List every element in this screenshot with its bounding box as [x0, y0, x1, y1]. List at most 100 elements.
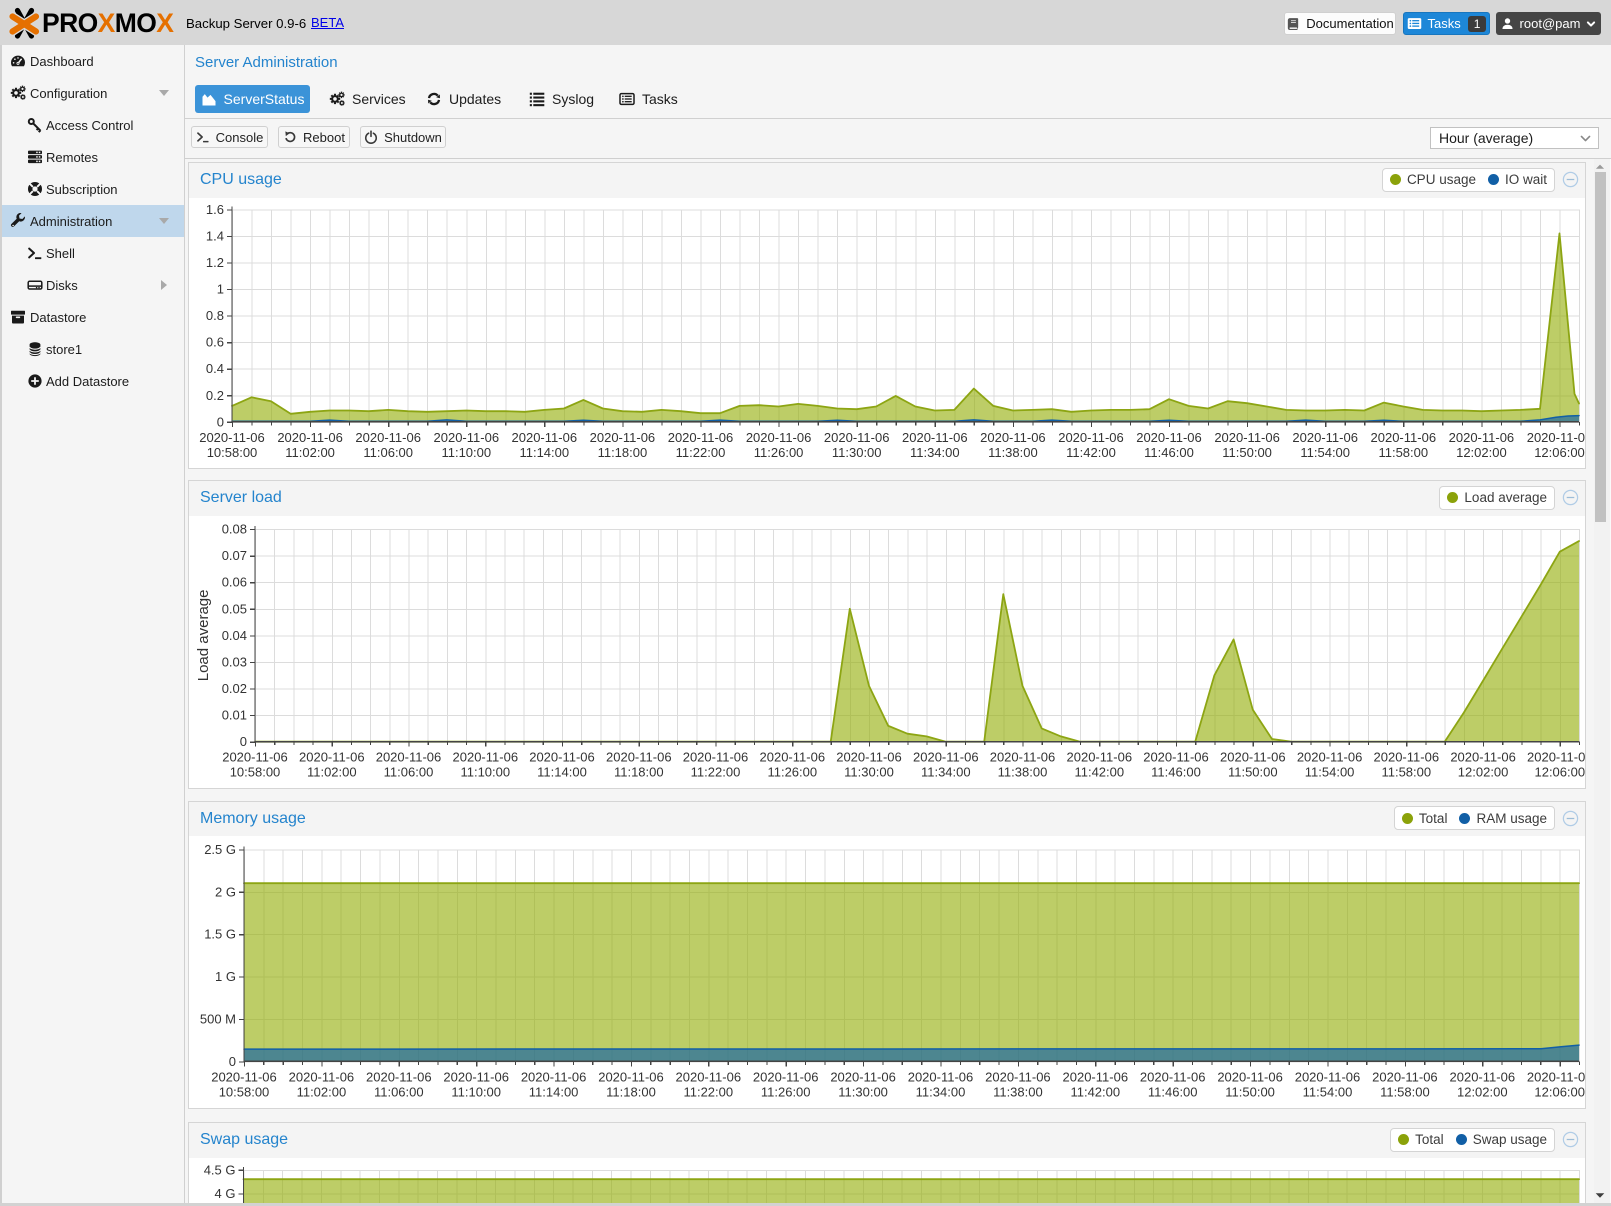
- svg-text:2020-11-06: 2020-11-06: [668, 429, 734, 444]
- svg-text:11:30:00: 11:30:00: [844, 764, 894, 779]
- svg-text:10:58:00: 10:58:00: [219, 1085, 270, 1100]
- svg-text:2020-11-06: 2020-11-06: [1058, 429, 1124, 444]
- svg-text:0.07: 0.07: [222, 548, 247, 563]
- svg-text:11:22:00: 11:22:00: [676, 444, 726, 459]
- svg-text:2020-11-06: 2020-11-06: [1374, 749, 1440, 764]
- svg-text:11:46:00: 11:46:00: [1144, 444, 1194, 459]
- svg-text:1: 1: [217, 281, 224, 296]
- svg-text:11:18:00: 11:18:00: [606, 1085, 656, 1100]
- svg-text:2020-11-06: 2020-11-06: [985, 1070, 1051, 1085]
- svg-text:11:58:00: 11:58:00: [1378, 444, 1428, 459]
- svg-text:11:06:00: 11:06:00: [374, 1085, 424, 1100]
- svg-text:0.2: 0.2: [206, 387, 224, 402]
- svg-text:11:10:00: 11:10:00: [460, 764, 510, 779]
- svg-text:2020-11-06: 2020-11-06: [289, 1070, 355, 1085]
- svg-text:2020-11-06: 2020-11-06: [1067, 749, 1133, 764]
- svg-text:11:42:00: 11:42:00: [1074, 764, 1124, 779]
- svg-text:11:14:00: 11:14:00: [519, 444, 569, 459]
- svg-text:11:10:00: 11:10:00: [451, 1085, 501, 1100]
- svg-text:2020-11-06: 2020-11-06: [299, 749, 365, 764]
- svg-text:11:46:00: 11:46:00: [1151, 764, 1201, 779]
- svg-text:2020-11-06: 2020-11-06: [453, 749, 519, 764]
- svg-text:2020-11-06: 2020-11-06: [1371, 429, 1437, 444]
- svg-text:2020-11-06: 2020-11-06: [366, 1070, 432, 1085]
- svg-text:11:26:00: 11:26:00: [767, 764, 817, 779]
- svg-text:0.04: 0.04: [222, 628, 247, 643]
- svg-text:11:54:00: 11:54:00: [1300, 444, 1350, 459]
- svg-text:0: 0: [229, 1054, 236, 1069]
- svg-text:11:46:00: 11:46:00: [1148, 1085, 1198, 1100]
- svg-text:2020-11-06: 2020-11-06: [746, 429, 812, 444]
- svg-text:2020-11-06: 2020-11-06: [211, 1070, 277, 1085]
- svg-text:12:06:00: 12:06:00: [1534, 764, 1585, 779]
- svg-text:11:06:00: 11:06:00: [363, 444, 413, 459]
- svg-text:11:10:00: 11:10:00: [441, 444, 491, 459]
- svg-text:2020-11-06: 2020-11-06: [443, 1070, 509, 1085]
- svg-text:11:34:00: 11:34:00: [910, 444, 960, 459]
- svg-text:1.4: 1.4: [206, 228, 224, 243]
- svg-text:11:02:00: 11:02:00: [307, 764, 357, 779]
- svg-text:1.2: 1.2: [206, 255, 224, 270]
- svg-text:11:34:00: 11:34:00: [921, 764, 971, 779]
- svg-text:2020-11-06: 2020-11-06: [1143, 749, 1209, 764]
- svg-text:2020-11-06: 2020-11-06: [1136, 429, 1202, 444]
- svg-text:2020-11-06: 2020-11-06: [676, 1070, 742, 1085]
- svg-text:11:38:00: 11:38:00: [998, 764, 1048, 779]
- svg-text:11:22:00: 11:22:00: [691, 764, 741, 779]
- svg-text:2020-11-06: 2020-11-06: [1527, 749, 1585, 764]
- svg-text:2020-11-06: 2020-11-06: [1527, 1070, 1585, 1085]
- svg-text:2020-11-06: 2020-11-06: [1450, 749, 1516, 764]
- svg-text:2020-11-06: 2020-11-06: [990, 749, 1056, 764]
- svg-text:2020-11-06: 2020-11-06: [1140, 1070, 1206, 1085]
- svg-text:2020-11-06: 2020-11-06: [529, 749, 595, 764]
- svg-text:2020-11-06: 2020-11-06: [590, 429, 656, 444]
- svg-text:11:54:00: 11:54:00: [1303, 1085, 1353, 1100]
- svg-text:4.5 G: 4.5 G: [204, 1162, 236, 1177]
- svg-text:11:02:00: 11:02:00: [297, 1085, 347, 1100]
- svg-text:2020-11-06: 2020-11-06: [1297, 749, 1363, 764]
- svg-text:12:02:00: 12:02:00: [1456, 444, 1507, 459]
- svg-text:0.4: 0.4: [206, 361, 224, 376]
- svg-text:2020-11-06: 2020-11-06: [434, 429, 500, 444]
- svg-text:11:30:00: 11:30:00: [832, 444, 882, 459]
- svg-text:2020-11-06: 2020-11-06: [1217, 1070, 1283, 1085]
- svg-text:11:14:00: 11:14:00: [537, 764, 587, 779]
- svg-text:0.01: 0.01: [222, 707, 247, 722]
- svg-text:10:58:00: 10:58:00: [230, 764, 281, 779]
- svg-text:2020-11-06: 2020-11-06: [830, 1070, 896, 1085]
- svg-text:11:26:00: 11:26:00: [754, 444, 804, 459]
- svg-text:2020-11-06: 2020-11-06: [199, 429, 265, 444]
- svg-text:0.02: 0.02: [222, 681, 247, 696]
- svg-text:11:50:00: 11:50:00: [1222, 444, 1272, 459]
- svg-text:2020-11-06: 2020-11-06: [1372, 1070, 1438, 1085]
- svg-text:10:58:00: 10:58:00: [207, 444, 258, 459]
- svg-text:2020-11-06: 2020-11-06: [521, 1070, 587, 1085]
- svg-text:11:18:00: 11:18:00: [614, 764, 664, 779]
- svg-text:11:38:00: 11:38:00: [993, 1085, 1043, 1100]
- svg-text:2020-11-06: 2020-11-06: [908, 1070, 974, 1085]
- svg-text:1 G: 1 G: [215, 969, 236, 984]
- svg-text:0.08: 0.08: [222, 521, 247, 536]
- svg-text:11:54:00: 11:54:00: [1305, 764, 1355, 779]
- svg-text:12:02:00: 12:02:00: [1458, 764, 1509, 779]
- svg-text:11:38:00: 11:38:00: [988, 444, 1038, 459]
- svg-text:2020-11-06: 2020-11-06: [376, 749, 442, 764]
- svg-text:12:06:00: 12:06:00: [1534, 444, 1585, 459]
- svg-text:2020-11-06: 2020-11-06: [753, 1070, 819, 1085]
- svg-text:2020-11-06: 2020-11-06: [913, 749, 979, 764]
- svg-text:11:06:00: 11:06:00: [384, 764, 434, 779]
- svg-text:4 G: 4 G: [215, 1186, 236, 1201]
- svg-text:2 G: 2 G: [215, 885, 236, 900]
- svg-text:1.5 G: 1.5 G: [204, 927, 236, 942]
- svg-text:12:02:00: 12:02:00: [1457, 1085, 1508, 1100]
- svg-text:500 M: 500 M: [200, 1012, 236, 1027]
- svg-text:2020-11-06: 2020-11-06: [1292, 429, 1358, 444]
- svg-text:0.06: 0.06: [222, 574, 247, 589]
- svg-text:0.05: 0.05: [222, 601, 247, 616]
- svg-text:Load average: Load average: [195, 589, 212, 681]
- svg-text:11:34:00: 11:34:00: [916, 1085, 966, 1100]
- svg-text:0: 0: [240, 734, 247, 749]
- svg-text:2020-11-06: 2020-11-06: [1214, 429, 1280, 444]
- svg-text:2020-11-06: 2020-11-06: [1220, 749, 1286, 764]
- svg-text:2020-11-06: 2020-11-06: [222, 749, 288, 764]
